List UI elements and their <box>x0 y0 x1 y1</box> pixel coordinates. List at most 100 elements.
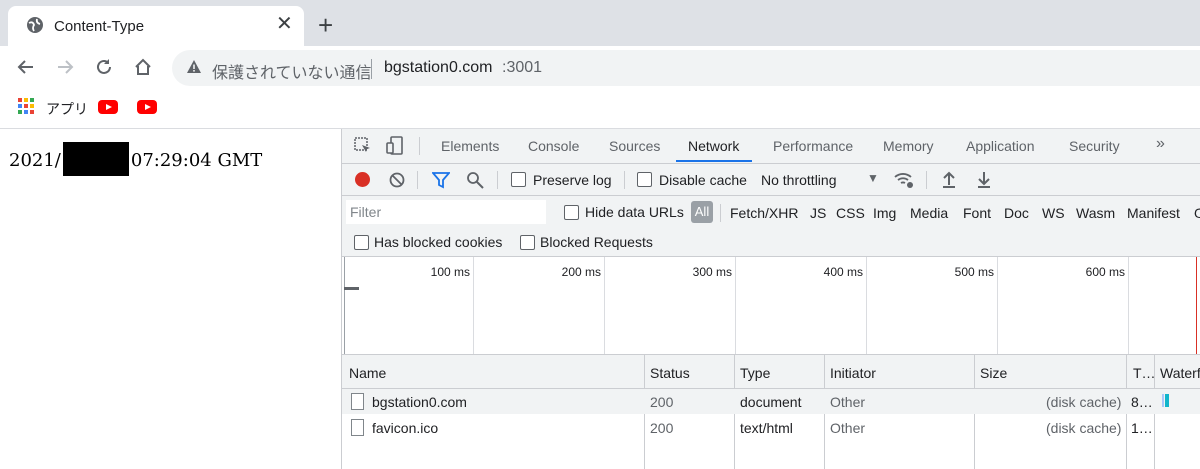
filter-js[interactable]: JS <box>810 205 826 221</box>
document-icon <box>351 419 364 436</box>
apps-grid-icon[interactable] <box>18 98 34 114</box>
divider <box>419 137 420 155</box>
apps-bookmark-label[interactable]: アプリ <box>46 99 88 119</box>
tab-network[interactable]: Network <box>688 138 739 154</box>
request-initiator: Other <box>830 394 866 410</box>
filter-ws[interactable]: WS <box>1042 205 1065 221</box>
filter-font[interactable]: Font <box>963 205 991 221</box>
tab-sources[interactable]: Sources <box>609 138 660 154</box>
has-blocked-cookies-checkbox[interactable] <box>354 235 369 250</box>
network-conditions-icon[interactable] <box>893 170 915 190</box>
filter-img[interactable]: Img <box>873 205 896 221</box>
filter-icon[interactable] <box>432 171 450 189</box>
timeline-bar <box>344 287 359 290</box>
document-icon <box>351 393 364 410</box>
record-icon[interactable] <box>355 172 370 187</box>
table-row[interactable]: favicon.ico 200 text/html Other (disk ca… <box>342 415 1200 440</box>
filter-manifest[interactable]: Manifest <box>1127 205 1180 221</box>
export-har-icon[interactable] <box>976 170 992 188</box>
preserve-log-label[interactable]: Preserve log <box>533 172 612 188</box>
column-header-size[interactable]: Size <box>980 365 1007 381</box>
tab-security[interactable]: Security <box>1069 138 1120 154</box>
new-tab-button[interactable]: + <box>318 12 333 38</box>
divider <box>371 59 372 79</box>
home-icon[interactable] <box>130 54 156 80</box>
time-suffix: 07:29:04 GMT <box>130 150 263 171</box>
more-tabs-icon[interactable]: » <box>1156 135 1165 153</box>
reload-icon[interactable] <box>91 54 117 80</box>
youtube-icon[interactable] <box>137 100 157 114</box>
hide-data-urls-label[interactable]: Hide data URLs <box>585 204 684 220</box>
tab-performance[interactable]: Performance <box>773 138 853 154</box>
column-header-waterfall[interactable]: Waterf <box>1160 365 1200 381</box>
filter-all-button[interactable]: All <box>691 201 713 223</box>
tab-elements[interactable]: Elements <box>441 138 499 154</box>
waterfall-bar <box>1165 394 1169 407</box>
table-row[interactable]: bgstation0.com 200 document Other (disk … <box>342 389 1200 414</box>
active-tab-indicator <box>676 160 752 162</box>
table-header: Name Status Type Initiator Size T… Water… <box>342 355 1200 389</box>
address-bar[interactable]: 保護されていない通信 bgstation0.com :3001 <box>172 50 1200 86</box>
disable-cache-checkbox[interactable] <box>637 172 652 187</box>
request-type: document <box>740 394 802 410</box>
divider <box>417 171 418 189</box>
tab-application[interactable]: Application <box>966 138 1035 154</box>
request-status: 200 <box>650 394 674 410</box>
timeline-gridline <box>997 257 998 354</box>
timeline-gridline <box>735 257 736 354</box>
timeline-label: 300 ms <box>692 265 732 279</box>
blocked-requests-checkbox[interactable] <box>520 235 535 250</box>
tab-title: Content-Type <box>54 18 145 35</box>
import-har-icon[interactable] <box>941 170 957 188</box>
browser-tab[interactable]: Content-Type ✕ <box>8 6 304 46</box>
filter-wasm[interactable]: Wasm <box>1076 205 1115 221</box>
column-header-name[interactable]: Name <box>349 365 386 381</box>
blocked-requests-label[interactable]: Blocked Requests <box>540 234 653 250</box>
youtube-icon[interactable] <box>98 100 118 114</box>
request-name[interactable]: bgstation0.com <box>372 394 467 410</box>
tab-console[interactable]: Console <box>528 138 579 154</box>
bookmarks-bar: アプリ <box>0 90 1200 129</box>
timeline-gridline <box>1128 257 1129 354</box>
device-toolbar-icon[interactable] <box>386 136 404 156</box>
timeline-label: 400 ms <box>823 265 863 279</box>
devtools-tab-bar: Elements Console Sources Network Perform… <box>342 129 1200 164</box>
tab-memory[interactable]: Memory <box>883 138 934 154</box>
timeline-start-marker <box>344 257 345 354</box>
network-overview-timeline[interactable]: 100 ms 200 ms 300 ms 400 ms 500 ms 600 m… <box>342 257 1200 355</box>
url-port: :3001 <box>502 59 543 76</box>
redaction-box <box>62 142 129 176</box>
filter-other[interactable]: Ot <box>1194 205 1200 221</box>
has-blocked-cookies-label[interactable]: Has blocked cookies <box>374 234 502 250</box>
inspect-element-icon[interactable] <box>354 137 372 155</box>
filter-input[interactable]: Filter <box>346 200 546 224</box>
column-header-time[interactable]: T… <box>1133 365 1156 381</box>
filter-fetch-xhr[interactable]: Fetch/XHR <box>730 205 798 221</box>
waterfall-bar-queue <box>1162 394 1164 407</box>
clear-icon[interactable] <box>389 172 405 188</box>
timeline-gridline <box>866 257 867 354</box>
tab-close-icon[interactable]: ✕ <box>276 14 293 34</box>
column-header-type[interactable]: Type <box>740 365 770 381</box>
divider <box>624 171 625 189</box>
disable-cache-label[interactable]: Disable cache <box>659 172 747 188</box>
filter-media[interactable]: Media <box>910 205 948 221</box>
filter-doc[interactable]: Doc <box>1004 205 1029 221</box>
timeline-label: 200 ms <box>561 265 601 279</box>
security-status[interactable]: 保護されていない通信 <box>212 59 372 83</box>
network-toolbar: Preserve log Disable cache No throttling… <box>342 164 1200 196</box>
throttling-select[interactable]: No throttling <box>761 172 836 188</box>
filter-css[interactable]: CSS <box>836 205 865 221</box>
request-size: (disk cache) <box>1046 420 1122 436</box>
forward-icon[interactable] <box>52 54 78 80</box>
back-icon[interactable] <box>13 54 39 80</box>
request-name[interactable]: favicon.ico <box>372 420 438 436</box>
search-icon[interactable] <box>466 171 484 189</box>
dropdown-arrow-icon[interactable]: ▼ <box>867 171 879 185</box>
hide-data-urls-checkbox[interactable] <box>564 205 579 220</box>
preserve-log-checkbox[interactable] <box>511 172 526 187</box>
column-header-initiator[interactable]: Initiator <box>830 365 876 381</box>
divider <box>926 171 927 189</box>
column-header-status[interactable]: Status <box>650 365 690 381</box>
warning-icon[interactable] <box>186 59 202 75</box>
